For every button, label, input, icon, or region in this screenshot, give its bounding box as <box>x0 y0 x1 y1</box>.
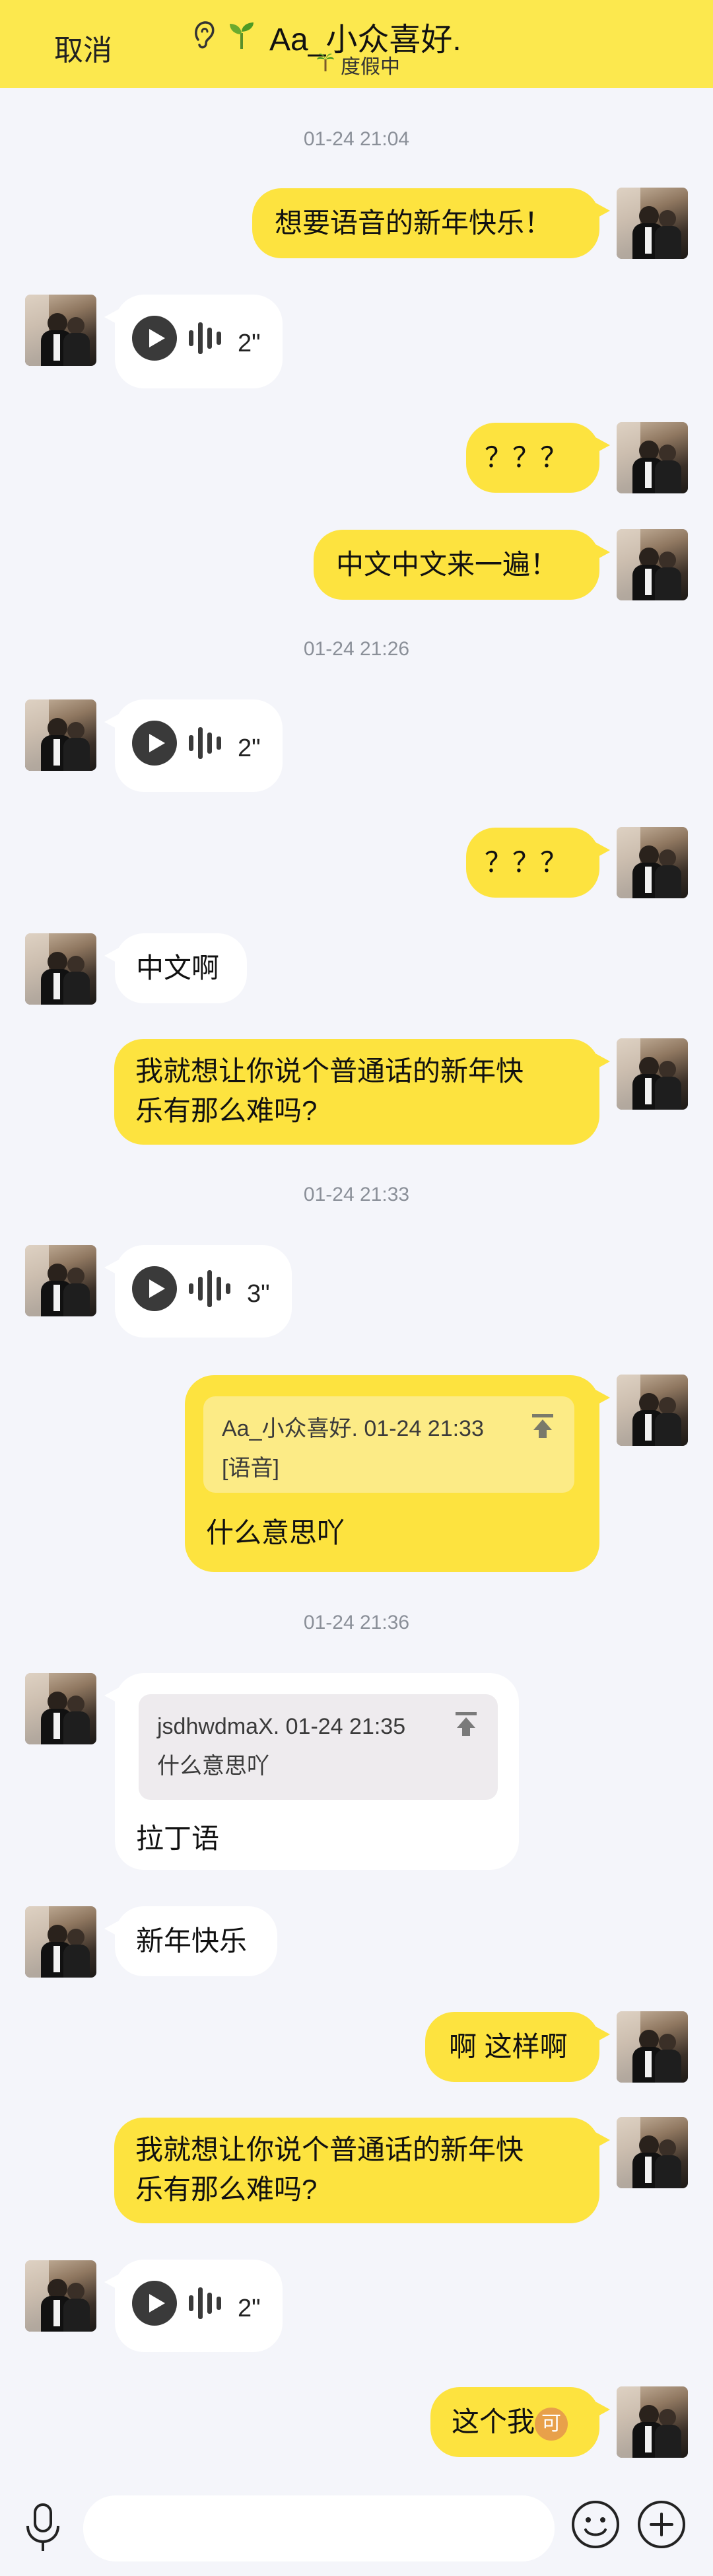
cancel-button[interactable]: 取消 <box>54 26 112 69</box>
reply-message-sent[interactable]: Aa_小众喜好. 01-24 21:33 [语音] 什么意思吖 <box>185 1375 610 1572</box>
avatar[interactable] <box>25 2260 96 2332</box>
timestamp: 01-24 21:26 <box>303 638 410 660</box>
message-text: 中文中文来一遍！ <box>336 549 559 580</box>
waveform-icon <box>187 2283 226 2333</box>
message-input[interactable] <box>83 2495 555 2561</box>
message-text: 新年快乐 <box>136 1925 248 1956</box>
message-text: 中文啊 <box>136 952 220 984</box>
quoted-body: 什么意思吖 <box>157 1754 269 1779</box>
avatar[interactable] <box>25 1673 96 1744</box>
avatar[interactable] <box>617 188 688 259</box>
avatar[interactable] <box>617 2386 688 2458</box>
avatar[interactable] <box>617 1375 688 1446</box>
message-bubble-received[interactable]: 中文啊 <box>104 933 247 1003</box>
message-bubble-sent[interactable]: 这个我可 <box>430 2387 610 2457</box>
timestamp: 01-24 21:33 <box>303 1184 410 1205</box>
sprout-icon <box>227 20 256 54</box>
avatar[interactable] <box>617 422 688 493</box>
voice-message[interactable]: 3" <box>104 1245 292 1338</box>
play-icon[interactable] <box>132 316 177 371</box>
avatar[interactable] <box>617 1038 688 1110</box>
waveform-icon <box>187 1269 235 1318</box>
quoted-header: Aa_小众喜好. 01-24 21:33 <box>222 1416 484 1441</box>
chat-header: 取消 Aa_小众喜好. 度假中 <box>0 0 713 88</box>
avatar[interactable] <box>25 1245 96 1316</box>
avatar[interactable] <box>25 933 96 1005</box>
message-text: 拉丁语 <box>136 1823 220 1854</box>
voice-message[interactable]: 2" <box>104 2260 283 2352</box>
voice-message[interactable]: 2" <box>104 699 283 792</box>
play-icon[interactable] <box>132 721 177 775</box>
avatar[interactable] <box>617 827 688 898</box>
message-bubble-sent[interactable]: 啊 这样啊 <box>425 2012 610 2082</box>
plus-icon[interactable] <box>635 2498 688 2554</box>
message-text: 想要语音的新年快乐！ <box>275 207 553 238</box>
message-bubble-sent[interactable]: ？？？ <box>466 828 610 898</box>
message-text: ？？？ <box>485 847 568 878</box>
message-text: 什么意思吖 <box>206 1517 345 1548</box>
play-icon[interactable] <box>132 2281 177 2336</box>
message-bubble-sent[interactable]: 想要语音的新年快乐！ <box>252 188 610 258</box>
quoted-message[interactable]: Aa_小众喜好. 01-24 21:33 [语音] <box>203 1396 574 1493</box>
jump-to-top-icon[interactable] <box>453 1709 479 1747</box>
waveform-icon <box>187 723 226 773</box>
message-text-line: 乐有那么难吗? <box>135 2174 318 2205</box>
message-bubble-sent[interactable]: ？？？ <box>466 423 610 493</box>
reply-message-received[interactable]: jsdhwdmaX. 01-24 21:35 什么意思吖 拉丁语 <box>104 1673 519 1870</box>
ear-icon <box>193 20 217 54</box>
microphone-icon[interactable] <box>20 2501 66 2557</box>
sticker-emoji-icon: 可 <box>535 2407 568 2441</box>
message-bubble-sent[interactable]: 我就想让你说个普通话的新年快 乐有那么难吗? <box>114 1039 610 1145</box>
quoted-body: [语音] <box>222 1456 279 1481</box>
message-bubble-sent[interactable]: 我就想让你说个普通话的新年快 乐有那么难吗? <box>114 2118 610 2223</box>
palm-tree-icon <box>316 52 341 78</box>
message-bubble-sent[interactable]: 中文中文来一遍！ <box>314 530 610 600</box>
status-text: 度假中 <box>341 56 400 78</box>
quoted-header: jsdhwdmaX. 01-24 21:35 <box>157 1714 406 1739</box>
timestamp: 01-24 21:04 <box>303 128 410 150</box>
avatar[interactable] <box>25 295 96 366</box>
message-text: 啊 这样啊 <box>449 2031 568 2062</box>
jump-to-top-icon[interactable] <box>529 1411 556 1449</box>
avatar[interactable] <box>617 529 688 600</box>
quoted-message[interactable]: jsdhwdmaX. 01-24 21:35 什么意思吖 <box>139 1694 498 1800</box>
avatar[interactable] <box>617 2011 688 2083</box>
avatar[interactable] <box>617 2117 688 2188</box>
voice-duration: 2" <box>238 2294 261 2322</box>
play-icon[interactable] <box>132 1266 177 1321</box>
avatar[interactable] <box>25 1906 96 1978</box>
avatar[interactable] <box>25 699 96 771</box>
voice-duration: 2" <box>238 734 261 762</box>
voice-duration: 3" <box>247 1279 270 1308</box>
emoji-icon[interactable] <box>569 2498 622 2554</box>
message-text-line: 我就想让你说个普通话的新年快 <box>135 1055 524 1087</box>
voice-message[interactable]: 2" <box>104 295 283 388</box>
composer-bar <box>0 2490 713 2576</box>
message-text-line: 乐有那么难吗? <box>135 1095 318 1126</box>
voice-duration: 2" <box>238 329 261 357</box>
message-text: 这个我 <box>452 2406 535 2437</box>
status-line: 度假中 <box>316 50 400 79</box>
message-bubble-received[interactable]: 新年快乐 <box>104 1906 277 1976</box>
message-text: ？？？ <box>485 442 568 473</box>
message-text-line: 我就想让你说个普通话的新年快 <box>135 2134 524 2165</box>
timestamp: 01-24 21:36 <box>303 1612 410 1633</box>
waveform-icon <box>187 318 226 368</box>
